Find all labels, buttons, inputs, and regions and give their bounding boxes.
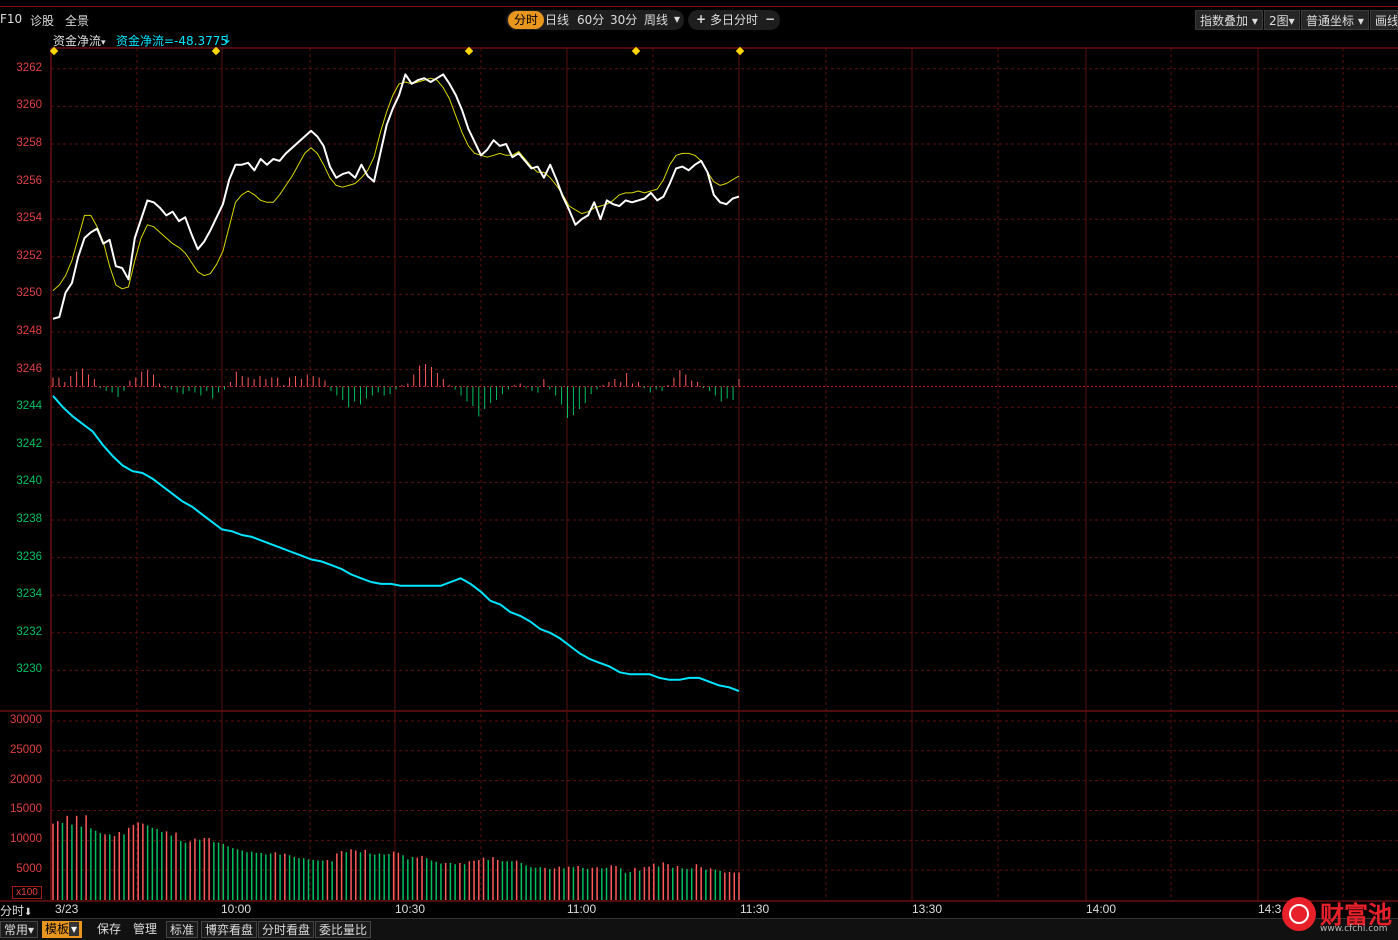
cfchi-logo: 财富池 www.cfchi.com bbox=[1278, 893, 1398, 939]
intraday-chart[interactable] bbox=[0, 0, 1398, 939]
y-tick-label: 3240 bbox=[16, 475, 42, 488]
y-tick-label: 3234 bbox=[16, 588, 42, 601]
tab-muban-label: 模板 bbox=[45, 922, 70, 936]
fenshi-axis-label[interactable]: 分时⬇ bbox=[0, 902, 32, 919]
y-tick-label: 3260 bbox=[16, 99, 42, 112]
y-tick-label: 3238 bbox=[16, 513, 42, 525]
logo-url: www.cfchi.com bbox=[1320, 924, 1388, 934]
y-tick-label: 3252 bbox=[16, 249, 42, 262]
save-button[interactable]: 保存 bbox=[94, 921, 124, 938]
fund-flow-line bbox=[52, 395, 740, 693]
volume-unit-label: x100 bbox=[12, 886, 42, 899]
volume-y-tick-label: 5000 bbox=[16, 863, 42, 876]
tab-changyong-label: 常用 bbox=[4, 923, 29, 937]
y-tick-label: 3248 bbox=[16, 325, 42, 337]
y-tick-label: 3230 bbox=[16, 663, 42, 676]
y-tick-label: 3250 bbox=[16, 287, 42, 300]
y-tick-label: 3256 bbox=[16, 174, 42, 187]
y-tick-label: 3258 bbox=[16, 137, 42, 149]
y-tick-label: 3262 bbox=[16, 61, 42, 74]
tab-muban[interactable]: 模板 ▾ bbox=[42, 921, 83, 938]
x-label-1330: 13:30 bbox=[912, 902, 943, 916]
x-label-1030: 10:30 bbox=[395, 902, 426, 916]
price-line bbox=[52, 73, 740, 320]
x-label-1130: 11:30 bbox=[740, 902, 770, 916]
avg-price-line bbox=[52, 77, 740, 291]
volume-y-tick-label: 10000 bbox=[10, 833, 42, 846]
logo-badge-icon bbox=[1282, 897, 1316, 931]
x-label-1100: 11:00 bbox=[567, 902, 597, 916]
tab-weibi[interactable]: 委比量比 bbox=[315, 921, 372, 938]
x-label-1400: 14:00 bbox=[1086, 902, 1117, 916]
y-tick-label: 3236 bbox=[16, 550, 42, 563]
manage-button[interactable]: 管理 bbox=[130, 921, 160, 938]
chevron-down-icon: ▾ bbox=[28, 923, 35, 937]
arrow-down-icon: ⬇ bbox=[24, 907, 33, 918]
tab-fenshi-kanpan[interactable]: 分时看盘 bbox=[258, 921, 315, 938]
tab-boyi[interactable]: 博弈看盘 bbox=[201, 921, 258, 938]
x-label-1000: 10:00 bbox=[221, 902, 252, 916]
volume-y-tick-label: 15000 bbox=[10, 803, 42, 816]
chevron-down-icon: ▾ bbox=[69, 922, 80, 936]
x-label-date: 3/23 bbox=[55, 902, 79, 916]
y-tick-label: 3246 bbox=[16, 362, 42, 375]
y-tick-label: 3232 bbox=[16, 625, 42, 638]
y-tick-label: 3242 bbox=[16, 437, 42, 450]
y-tick-label: 3254 bbox=[16, 212, 42, 225]
volume-y-tick-label: 30000 bbox=[10, 713, 42, 726]
volume-y-tick-label: 20000 bbox=[10, 773, 42, 786]
tab-changyong[interactable]: 常用▾ bbox=[0, 921, 39, 938]
tab-standard[interactable]: 标准 bbox=[166, 921, 199, 938]
volume-y-tick-label: 25000 bbox=[10, 743, 42, 756]
fenshi-axis-text: 分时 bbox=[0, 904, 25, 918]
y-tick-label: 3244 bbox=[16, 400, 42, 413]
bottom-toolbar: 常用▾ 模板 ▾ 保存 管理 标准 博弈看盘 分时看盘 委比量比 bbox=[0, 918, 1398, 940]
